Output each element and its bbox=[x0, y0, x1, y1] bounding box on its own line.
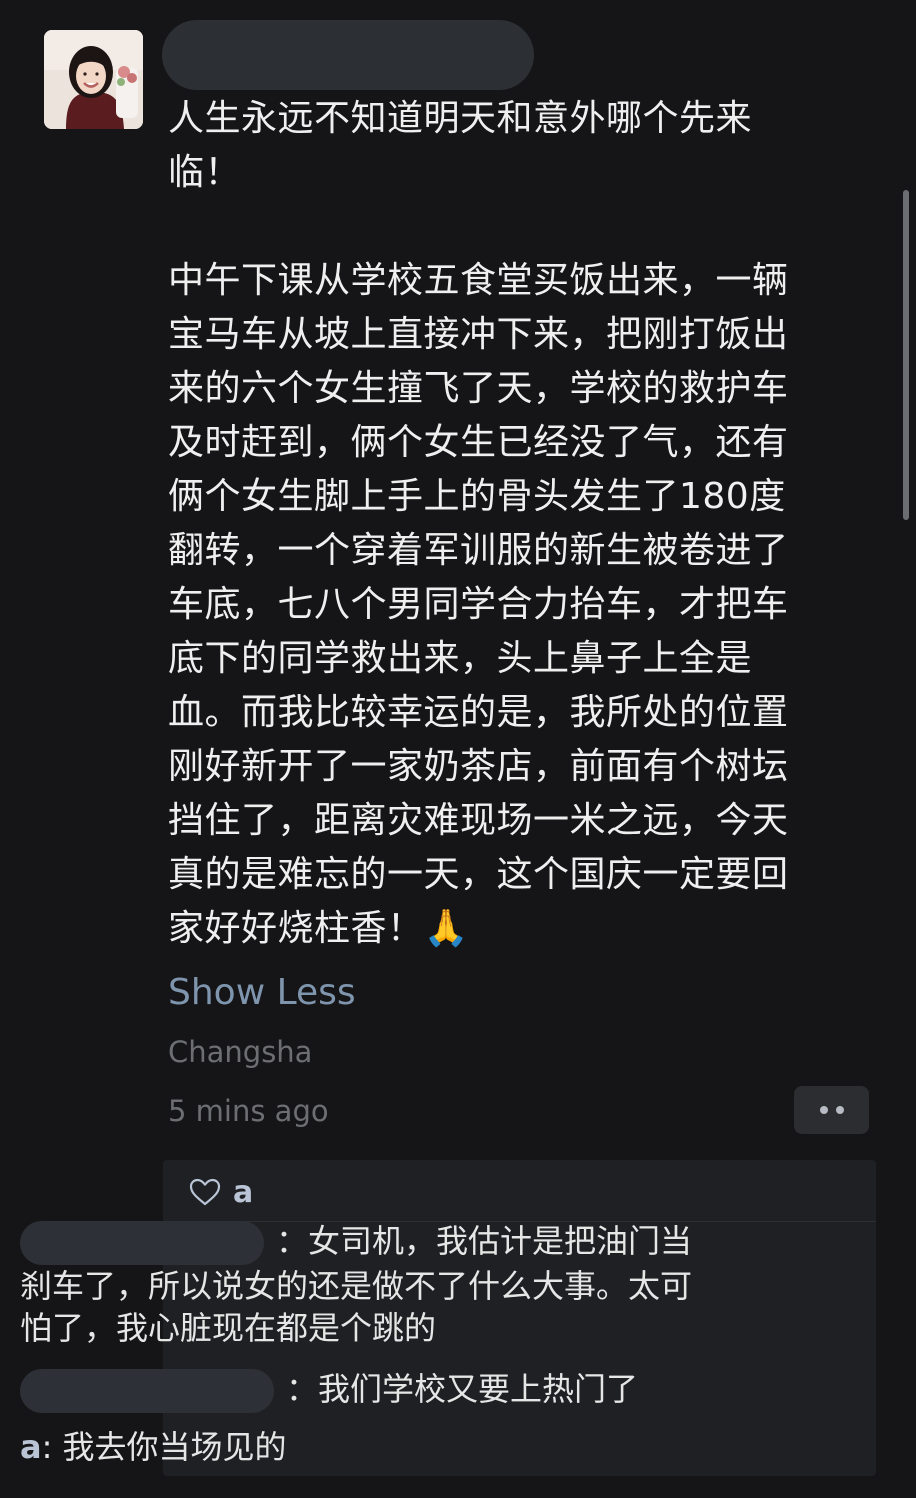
comment-text: 我去你当场见的 bbox=[62, 1428, 287, 1466]
comment-separator: ： bbox=[286, 1370, 319, 1408]
dot-icon bbox=[835, 1106, 844, 1114]
comment-item[interactable]: ：女司机，我估计是把油门当刹车了，所以说女的还是做不了什么大事。太可怕了，我心脏… bbox=[20, 1220, 700, 1349]
likes-row: a bbox=[189, 1172, 253, 1212]
user-avatar-photo bbox=[44, 30, 143, 129]
redacted-commenter-name bbox=[20, 1369, 274, 1413]
comment-separator: ： bbox=[276, 1222, 309, 1260]
comment-item[interactable]: a: 我去你当场见的 bbox=[20, 1426, 700, 1468]
more-actions-button[interactable] bbox=[794, 1086, 869, 1134]
moments-post-screen: 人生永远不知道明天和意外哪个先来 临！ 中午下课从学校五食堂买饭出来，一辆 宝马… bbox=[0, 0, 916, 1498]
heart-icon bbox=[189, 1178, 221, 1206]
timestamp: 5 mins ago bbox=[168, 1094, 329, 1128]
comment-separator: : bbox=[41, 1428, 63, 1466]
show-less-link[interactable]: Show Less bbox=[168, 970, 356, 1016]
location-label[interactable]: Changsha bbox=[168, 1033, 312, 1071]
redacted-username bbox=[162, 20, 534, 90]
comment-text: 我们学校又要上热门了 bbox=[318, 1370, 639, 1408]
dot-icon bbox=[819, 1106, 828, 1114]
like-user-name[interactable]: a bbox=[233, 1175, 253, 1210]
redacted-commenter-name bbox=[20, 1221, 264, 1265]
scrollbar[interactable] bbox=[903, 190, 909, 520]
avatar[interactable] bbox=[44, 30, 143, 129]
commenter-name[interactable]: a bbox=[20, 1428, 42, 1466]
comment-item[interactable]: ：我们学校又要上热门了 bbox=[20, 1368, 700, 1413]
post-text: 人生永远不知道明天和意外哪个先来 临！ 中午下课从学校五食堂买饭出来，一辆 宝马… bbox=[168, 98, 789, 949]
